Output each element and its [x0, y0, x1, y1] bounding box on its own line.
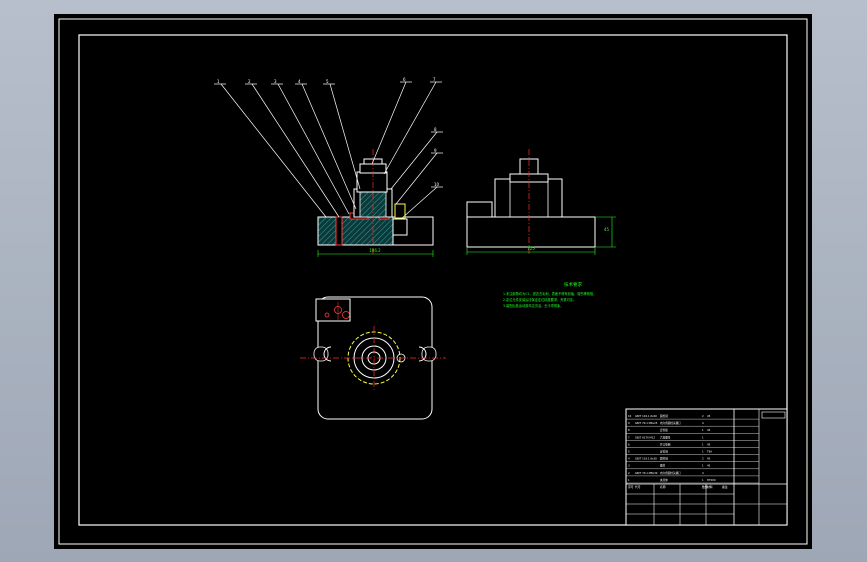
- bom-cell: HT200: [707, 478, 716, 482]
- bom-cell: 定位销: [660, 450, 668, 454]
- front-view[interactable]: 106.2: [317, 149, 434, 257]
- bom-cell: 45: [707, 464, 711, 468]
- cad-drawing: 106.2 1 2 3 4 5 6 7 8 9 10 125 45 技术要求 1…: [58, 18, 808, 545]
- bom-cell: 45: [707, 428, 711, 432]
- title-block[interactable]: 10 GB/T 119.1 6x20 圆柱销 2 459 GB/T 70.1 M6x25 内…: [625, 408, 788, 526]
- balloon-5: 5: [326, 79, 329, 84]
- top-view[interactable]: [300, 296, 446, 420]
- bom-cell: 六角螺母: [660, 435, 671, 439]
- notes-line-3: 3.装配后各运动部件应灵活，无卡滞现象。: [503, 303, 563, 308]
- bom-cell: GB/T 70.1 M6x25: [635, 421, 658, 425]
- notes-line-1: 1.未注倒角均为C1，锐边去毛刺，表面不得有划痕、碰伤等缺陷。: [503, 291, 596, 296]
- balloon-10: 10: [434, 182, 440, 187]
- bom-cell: 45: [707, 457, 711, 461]
- bom-header-cell: 代号: [635, 485, 641, 489]
- balloon-9: 9: [434, 148, 437, 153]
- bom-cell: 开口垫圈: [660, 442, 671, 446]
- bom-header-cell: 序号: [628, 485, 634, 489]
- balloon-7: 7: [433, 77, 436, 82]
- balloon-3: 3: [274, 79, 277, 84]
- balloon-4: 4: [298, 79, 301, 84]
- balloon-8: 8: [434, 127, 437, 132]
- bom-cell: 圆柱销: [660, 457, 668, 461]
- bom-cell: 45: [707, 414, 711, 418]
- bom-cell: 螺柱: [660, 464, 666, 468]
- side-view[interactable]: 125 45: [466, 149, 616, 255]
- bom-header-cell: 材料: [707, 485, 713, 489]
- technical-notes: 技术要求 1.未注倒角均为C1，锐边去毛刺，表面不得有划痕、碰伤等缺陷。 2.定…: [503, 281, 596, 308]
- front-width-dimension: 106.2: [369, 248, 381, 253]
- bom-cell: 内六角圆柱头螺钉: [660, 421, 681, 425]
- drawing-canvas[interactable]: 106.2 1 2 3 4 5 6 7 8 9 10 125 45 技术要求 1…: [54, 14, 812, 549]
- bom-cell: GB/T 70.1 M8x30: [635, 471, 658, 475]
- bom-header-cell: 名称: [660, 485, 666, 489]
- bom-cell: GB/T 6170 M12: [635, 435, 655, 439]
- bom-cell: 定位板: [660, 428, 668, 432]
- bom-header-cell: 备注: [722, 485, 728, 489]
- leader-lines: [214, 81, 443, 220]
- notes-title: 技术要求: [564, 281, 582, 288]
- bom-cell: 内六角圆柱头螺钉: [660, 471, 681, 475]
- bom-cell: 10: [628, 414, 632, 418]
- bom-cell: 圆柱销: [660, 414, 668, 418]
- bom-cell: GB/T 119.1 8x30: [635, 457, 657, 461]
- balloon-6: 6: [403, 77, 406, 82]
- bom-cell: T8A: [707, 450, 712, 454]
- side-height-dimension: 45: [604, 227, 610, 232]
- side-width-dimension: 125: [527, 246, 535, 251]
- bom-cell: GB/T 119.1 6x20: [635, 414, 657, 418]
- notes-line-2: 2.定位元件安装后应保证定位精度要求，夹紧可靠。: [503, 297, 576, 302]
- balloon-2: 2: [248, 79, 251, 84]
- balloon-1: 1: [217, 79, 220, 84]
- bom-cell: 夹具体: [660, 478, 668, 482]
- bom-cell: 45: [707, 442, 711, 446]
